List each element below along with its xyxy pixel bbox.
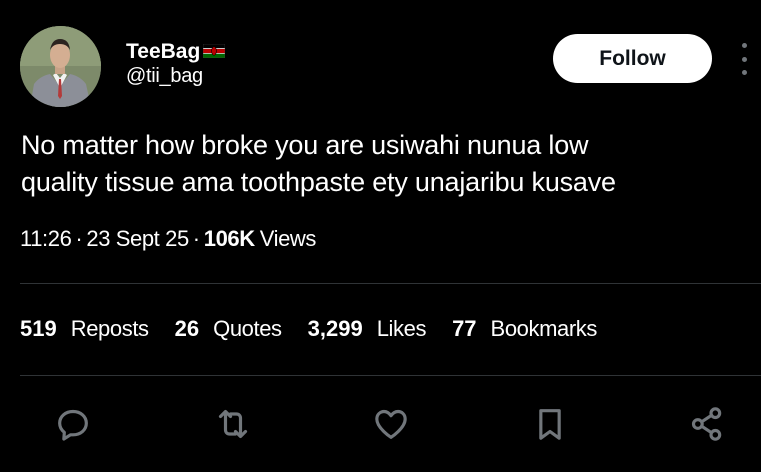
more-dot <box>741 70 747 75</box>
tweet-line-1: No matter how broke you are usiwahi nunu… <box>21 130 589 160</box>
reply-button[interactable] <box>51 402 95 446</box>
more-dot <box>741 43 747 48</box>
reposts-label: Reposts <box>70 316 149 341</box>
repost-button[interactable] <box>211 402 255 446</box>
share-icon <box>691 407 722 441</box>
kenya-flag-icon <box>203 44 226 58</box>
tweet-time[interactable]: 11:26 <box>20 226 72 252</box>
quotes-stat[interactable]: 26 Quotes <box>175 316 282 342</box>
meta-separator: · <box>192 226 200 251</box>
bookmarks-stat[interactable]: 77 Bookmarks <box>452 316 597 342</box>
author-handle[interactable]: @tii_bag <box>126 64 225 88</box>
reply-icon <box>58 409 88 441</box>
avatar-image <box>20 26 101 107</box>
bookmarks-label: Bookmarks <box>490 316 598 341</box>
more-options-icon[interactable] <box>736 43 752 75</box>
more-dot <box>741 56 747 62</box>
meta-separator: · <box>75 226 83 251</box>
tweet-line-2: quality tissue ama toothpaste ety unajar… <box>21 167 616 197</box>
bookmark-icon <box>539 409 561 440</box>
action-bar <box>0 402 761 448</box>
divider-top <box>20 283 761 284</box>
likes-label: Likes <box>376 316 427 341</box>
divider-bottom <box>20 375 761 376</box>
author-display-name[interactable]: TeeBag <box>126 39 226 65</box>
bookmark-button[interactable] <box>528 402 572 446</box>
views-count: 106K <box>203 226 255 251</box>
quotes-label: Quotes <box>213 316 282 341</box>
likes-stat[interactable]: 3,299 Likes <box>307 316 427 342</box>
avatar[interactable] <box>20 26 101 107</box>
share-button[interactable] <box>685 402 729 446</box>
engagement-stats: 519 Reposts 26 Quotes 3,299 Likes 77 Boo… <box>20 316 623 342</box>
likes-count: 3,299 <box>307 316 363 341</box>
follow-button[interactable]: Follow <box>553 34 712 83</box>
quotes-count: 26 <box>174 316 200 341</box>
tweet-meta: 11:26 · 23 Sept 25 · 106K Views <box>20 226 316 252</box>
author-block[interactable]: TeeBag @tii_bag <box>126 39 226 88</box>
views-label: Views <box>259 226 317 251</box>
display-name-text: TeeBag <box>126 40 201 63</box>
like-icon <box>375 409 407 439</box>
like-button[interactable] <box>369 402 413 446</box>
tweet-text: No matter how broke you are usiwahi nunu… <box>21 127 746 201</box>
reposts-stat[interactable]: 519 Reposts <box>20 316 149 342</box>
bookmarks-count: 77 <box>452 316 477 341</box>
reposts-count: 519 <box>20 316 57 341</box>
tweet-date[interactable]: 23 Sept 25 <box>86 226 189 252</box>
repost-icon <box>218 409 248 439</box>
